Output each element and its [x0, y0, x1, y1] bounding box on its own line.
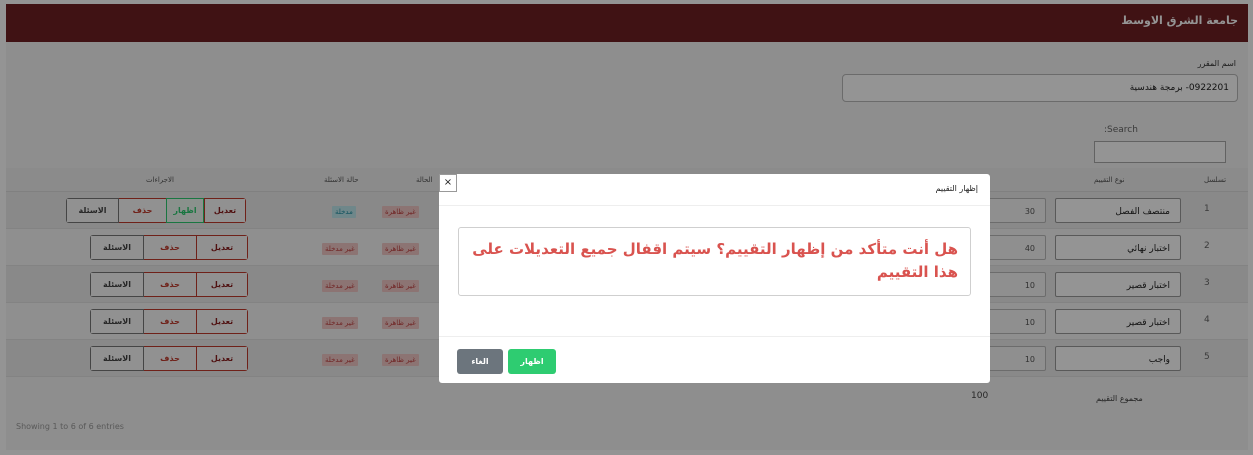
confirm-show-dialog: إظهار التقييم × هل أنت متأكد من إظهار ال…: [439, 174, 990, 383]
dialog-message: هل أنت متأكد من إظهار التقييم؟ سيتم اقفا…: [458, 227, 971, 296]
confirm-show-button[interactable]: اظهار: [508, 349, 556, 374]
dialog-title: إظهار التقييم: [935, 184, 978, 193]
cancel-button[interactable]: الغاء: [457, 349, 503, 374]
close-icon[interactable]: ×: [439, 174, 457, 192]
dialog-footer: الغاء اظهار: [439, 336, 990, 383]
dialog-header: إظهار التقييم ×: [439, 174, 990, 206]
